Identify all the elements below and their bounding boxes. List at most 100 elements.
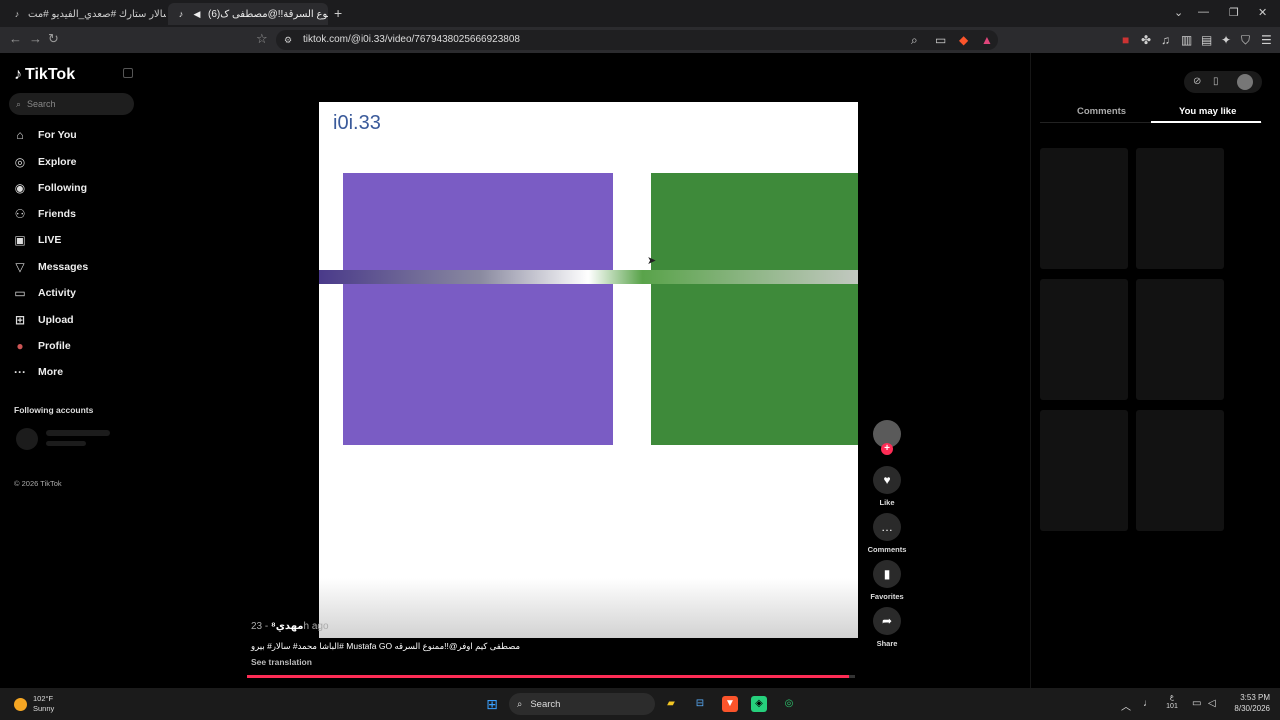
video-frame-left-image <box>343 173 613 445</box>
leo-ai-icon[interactable]: ✦ <box>1221 33 1231 47</box>
extension-icon[interactable]: ■ <box>1122 33 1129 47</box>
friends-icon: ⚇ <box>14 207 26 221</box>
mouse-cursor-icon: ➤ <box>647 255 657 267</box>
minimize-button[interactable]: — <box>1198 6 1209 18</box>
account-skeleton-avatar <box>16 428 38 450</box>
bookmark-icon[interactable]: ☆ <box>256 31 268 47</box>
search-placeholder: Search <box>27 99 56 109</box>
like-button[interactable]: ♥ Like <box>862 466 912 507</box>
music-icon[interactable]: ♫ <box>1161 33 1170 47</box>
sidebar-item-for-you[interactable]: ⌂ For You <box>12 127 76 143</box>
sidebar-item-messages[interactable]: ▽ Messages <box>12 259 88 275</box>
sidebar-item-upload[interactable]: ⊞ Upload <box>12 312 74 328</box>
clock-time: 3:53 PM <box>1240 693 1270 702</box>
sidebar-item-live[interactable]: ▣ LIVE <box>12 232 61 248</box>
user-avatar[interactable] <box>1237 74 1253 90</box>
sidebar-item-following[interactable]: ◉ Following <box>12 180 87 196</box>
video-progress-fill <box>247 675 849 678</box>
tab-search-dropdown-icon[interactable]: ⌄ <box>1174 6 1183 19</box>
share-label: Share <box>876 639 898 648</box>
sidebar-item-label: Messages <box>38 261 89 273</box>
device-icon[interactable]: ▯ <box>1213 76 1219 87</box>
see-translation-link[interactable]: See translation <box>251 657 312 667</box>
search-icon: ⌕ <box>16 98 22 109</box>
network-icon[interactable]: ▭ <box>1192 698 1201 709</box>
zoom-icon[interactable]: ⌕ <box>911 33 918 48</box>
suggested-video-thumbnail[interactable] <box>1136 279 1224 400</box>
heart-icon: ♥ <box>873 466 901 494</box>
suggested-video-thumbnail[interactable] <box>1040 410 1128 531</box>
video-meta-line[interactable]: مهدي⁸ - 23h ago <box>251 621 329 632</box>
sidebar-item-friends[interactable]: ⚇ Friends <box>12 206 76 222</box>
video-progress-bar[interactable] <box>247 675 855 678</box>
comments-button[interactable]: … Comments <box>862 513 912 554</box>
language-indicator[interactable]: ع 101 <box>1165 693 1179 711</box>
video-player[interactable]: i0i.33 <box>319 102 858 638</box>
site-info-icon[interactable]: ⚙ <box>284 35 292 46</box>
suggested-video-thumbnail[interactable] <box>1040 148 1128 269</box>
back-button[interactable]: ← <box>9 31 22 46</box>
tiktok-logo[interactable]: ♪ TikTok <box>14 66 75 84</box>
tiktok-note-icon: ♪ <box>14 66 22 83</box>
tab-comments[interactable]: Comments <box>1077 106 1126 117</box>
brave-rewards-icon[interactable]: ▲ <box>981 33 993 47</box>
system-clock[interactable]: 3:53 PM 8/30/2026 <box>1228 692 1270 714</box>
sidebar-item-profile[interactable]: ● Profile <box>12 338 70 354</box>
store-icon[interactable]: ⊟ <box>692 696 708 712</box>
app-icon[interactable]: ◈ <box>751 696 767 712</box>
sidebar-toggle-icon[interactable]: ▥ <box>1181 33 1192 47</box>
sidebar-item-more[interactable]: ··· More <box>12 364 63 380</box>
video-watermark: i0i.33 <box>333 112 381 134</box>
taskbar-search[interactable]: ⌕ Search <box>509 693 655 715</box>
video-fade-overlay <box>319 578 858 638</box>
browser-tab-2-active[interactable]: ♪ ◀ (6)ممنوع السرقة!!@مصطفى ک ✕ <box>168 3 328 25</box>
messages-icon: ▽ <box>15 260 25 274</box>
file-explorer-icon[interactable]: ▰ <box>663 696 679 712</box>
maximize-button[interactable]: ❐ <box>1229 6 1239 19</box>
sidebar-item-activity[interactable]: ▭ Activity <box>12 285 76 301</box>
speaker-icon[interactable]: ◀ <box>192 9 202 19</box>
cast-icon[interactable]: ▭ <box>935 33 946 47</box>
tab-you-may-like[interactable]: You may like <box>1179 106 1236 117</box>
search-input[interactable]: ⌕ Search <box>9 93 134 115</box>
brave-shields-icon[interactable]: ◆ <box>959 33 968 47</box>
sidebar-item-explore[interactable]: ◎ Explore <box>12 154 77 170</box>
volume-icon[interactable]: ◁ <box>1208 698 1216 709</box>
sidebar-item-label: Activity <box>38 287 76 299</box>
windows-start-icon[interactable]: ⊞ <box>484 696 500 712</box>
favorites-button[interactable]: ▮ Favorites <box>862 560 912 601</box>
forward-button[interactable]: → <box>29 31 42 46</box>
clock-date: 8/30/2026 <box>1234 704 1270 713</box>
tab-title: اغنية سالار ستارك #صعدي_الفيديو #مت <box>28 8 166 20</box>
tray-chevron-icon[interactable]: ︿ <box>1121 698 1131 713</box>
share-button[interactable]: ➦ Share <box>862 607 912 648</box>
browser-tab-1[interactable]: ♪ اغنية سالار ستارك #صعدي_الفيديو #مت <box>4 3 166 25</box>
puzzle-extensions-icon[interactable]: ✤ <box>1141 33 1151 47</box>
coins-icon[interactable]: ⊘ <box>1193 76 1201 87</box>
new-tab-button[interactable]: + <box>334 5 342 21</box>
suggested-video-thumbnail[interactable] <box>1040 279 1128 400</box>
tiktok-favicon-icon: ♪ <box>178 9 184 19</box>
close-window-button[interactable]: ✕ <box>1258 6 1267 19</box>
more-dots-icon: ··· <box>14 365 26 379</box>
tiktok-favicon-icon: ♪ <box>14 9 20 19</box>
vpn-shield-icon[interactable]: ⛉ <box>1241 33 1250 48</box>
weather-widget[interactable]: 102°F Sunny <box>14 694 54 714</box>
suggested-video-thumbnail[interactable] <box>1136 148 1224 269</box>
weather-temp: 102°F <box>33 694 54 703</box>
xbox-icon[interactable]: ◎ <box>781 696 797 712</box>
author-name[interactable]: مهدي⁸ <box>271 621 303 632</box>
reload-button[interactable]: ↻ <box>48 31 59 47</box>
wallet-icon[interactable]: ▤ <box>1201 33 1212 47</box>
sidebar-item-label: Following <box>38 182 87 194</box>
sidebar-item-label: Explore <box>38 156 77 168</box>
follow-plus-icon[interactable]: + <box>881 443 893 455</box>
url-text[interactable]: tiktok.com/@i0i.33/video/767943802566692… <box>303 34 520 45</box>
menu-icon[interactable]: ☰ <box>1261 33 1272 47</box>
microphone-icon[interactable]: ♩ <box>1143 698 1153 709</box>
comments-label: Comments <box>867 545 907 554</box>
collapse-sidebar-icon[interactable] <box>123 68 133 78</box>
suggested-video-thumbnail[interactable] <box>1136 410 1224 531</box>
sidebar-item-label: Friends <box>38 208 76 220</box>
brave-browser-icon[interactable]: ▼ <box>722 696 738 712</box>
